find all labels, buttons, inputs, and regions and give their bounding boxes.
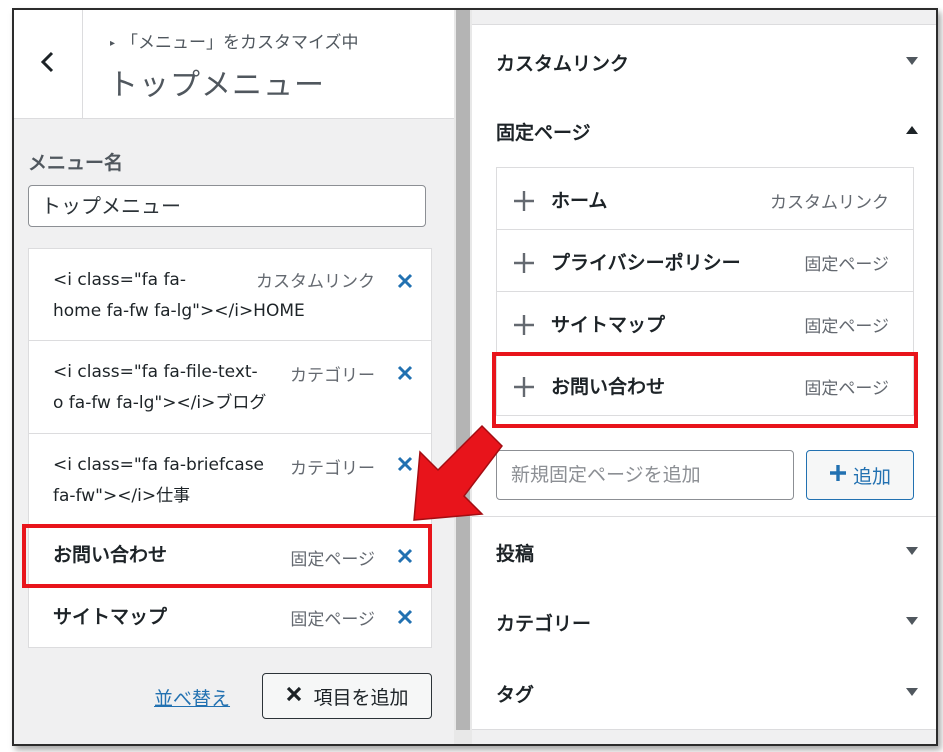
breadcrumb: ▸ 「メニュー」をカスタマイズ中 xyxy=(110,33,359,53)
plus-icon xyxy=(513,252,535,274)
add-items-button[interactable]: 項目を追加 xyxy=(262,673,432,719)
accordion-title: カテゴリー xyxy=(496,613,592,635)
plus-icon xyxy=(513,190,535,212)
close-icon xyxy=(395,609,415,631)
menu-items-list: <i class="fa fa- home fa-fw fa-lg"></i>H… xyxy=(28,248,432,648)
plus-icon xyxy=(829,464,853,487)
close-icon xyxy=(395,456,415,478)
accordion-title: タグ xyxy=(496,684,535,706)
remove-item-button[interactable] xyxy=(395,363,415,383)
triangle-down-icon xyxy=(906,688,918,696)
triangle-down-icon xyxy=(906,617,918,625)
menu-item-type: カスタムリンク xyxy=(256,272,375,292)
remove-item-button[interactable] xyxy=(395,454,415,474)
page-item-type: カスタムリンク xyxy=(770,193,889,213)
remove-item-button[interactable] xyxy=(395,607,415,627)
menu-item-type: 固定ページ xyxy=(290,610,375,630)
menu-name-label: メニュー名 xyxy=(28,152,124,174)
chevron-left-icon xyxy=(39,51,57,77)
close-icon xyxy=(395,365,415,387)
accordion-custom-link[interactable]: カスタムリンク xyxy=(472,24,936,98)
menu-item-title: <i class="fa fa-file-text- o fa-fw fa-lg… xyxy=(53,362,267,413)
triangle-down-icon xyxy=(906,547,918,555)
page-item-type: 固定ページ xyxy=(804,255,889,275)
menu-item[interactable]: <i class="fa fa-briefcase fa-fw"></i>仕事 … xyxy=(28,433,432,525)
new-page-input[interactable]: 新規固定ページを追加 xyxy=(496,450,794,500)
caret-right-icon: ▸ xyxy=(110,38,116,49)
menu-item-type: カテゴリー xyxy=(290,366,375,386)
menu-item[interactable]: <i class="fa fa-file-text- o fa-fw fa-lg… xyxy=(28,340,432,434)
triangle-up-icon[interactable] xyxy=(906,126,918,134)
accordion-posts[interactable]: 投稿 xyxy=(472,516,936,589)
menu-item-type: カテゴリー xyxy=(290,459,375,479)
plus-icon xyxy=(513,314,535,336)
accordion-categories[interactable]: カテゴリー xyxy=(472,587,936,659)
accordion-title: カスタムリンク xyxy=(496,53,630,75)
page-item-title: プライバシーポリシー xyxy=(551,252,741,274)
highlight-box-page-item xyxy=(492,352,918,428)
remove-item-button[interactable] xyxy=(395,271,415,291)
close-icon xyxy=(285,685,313,708)
accordion-title[interactable]: 固定ページ xyxy=(496,118,591,145)
page-item-title: サイトマップ xyxy=(551,314,666,336)
scrollbar-thumb[interactable] xyxy=(456,10,470,730)
page-title: トップメニュー xyxy=(108,68,325,103)
accordion-title: 投稿 xyxy=(496,543,535,565)
page-item-title: ホーム xyxy=(551,190,608,212)
panel-header: ▸ 「メニュー」をカスタマイズ中 トップメニュー xyxy=(14,10,454,119)
page-item[interactable]: プライバシーポリシー 固定ページ xyxy=(496,229,914,292)
menu-item-title: サイトマップ xyxy=(53,606,168,628)
reorder-link[interactable]: 並べ替え xyxy=(154,684,230,711)
accordion-tags[interactable]: タグ xyxy=(472,658,936,730)
scrollbar[interactable] xyxy=(454,10,472,744)
close-icon xyxy=(395,273,415,295)
page-item[interactable]: サイトマップ 固定ページ xyxy=(496,291,914,354)
menu-item-title: <i class="fa fa-briefcase fa-fw"></i>仕事 xyxy=(53,455,265,506)
highlight-box-menu-item xyxy=(22,524,432,588)
add-page-button[interactable]: 追加 xyxy=(806,450,914,500)
page-item-type: 固定ページ xyxy=(804,317,889,337)
page-item[interactable]: ホーム カスタムリンク xyxy=(496,167,914,230)
back-button[interactable] xyxy=(14,10,83,118)
menu-name-input[interactable]: トップメニュー xyxy=(28,185,426,227)
menu-item[interactable]: <i class="fa fa- home fa-fw fa-lg"></i>H… xyxy=(28,248,432,341)
menu-item[interactable]: サイトマップ 固定ページ xyxy=(28,586,432,648)
triangle-down-icon xyxy=(906,57,918,65)
menu-editor-panel: ▸ 「メニュー」をカスタマイズ中 トップメニュー メニュー名 トップメニュー <i… xyxy=(14,10,454,744)
